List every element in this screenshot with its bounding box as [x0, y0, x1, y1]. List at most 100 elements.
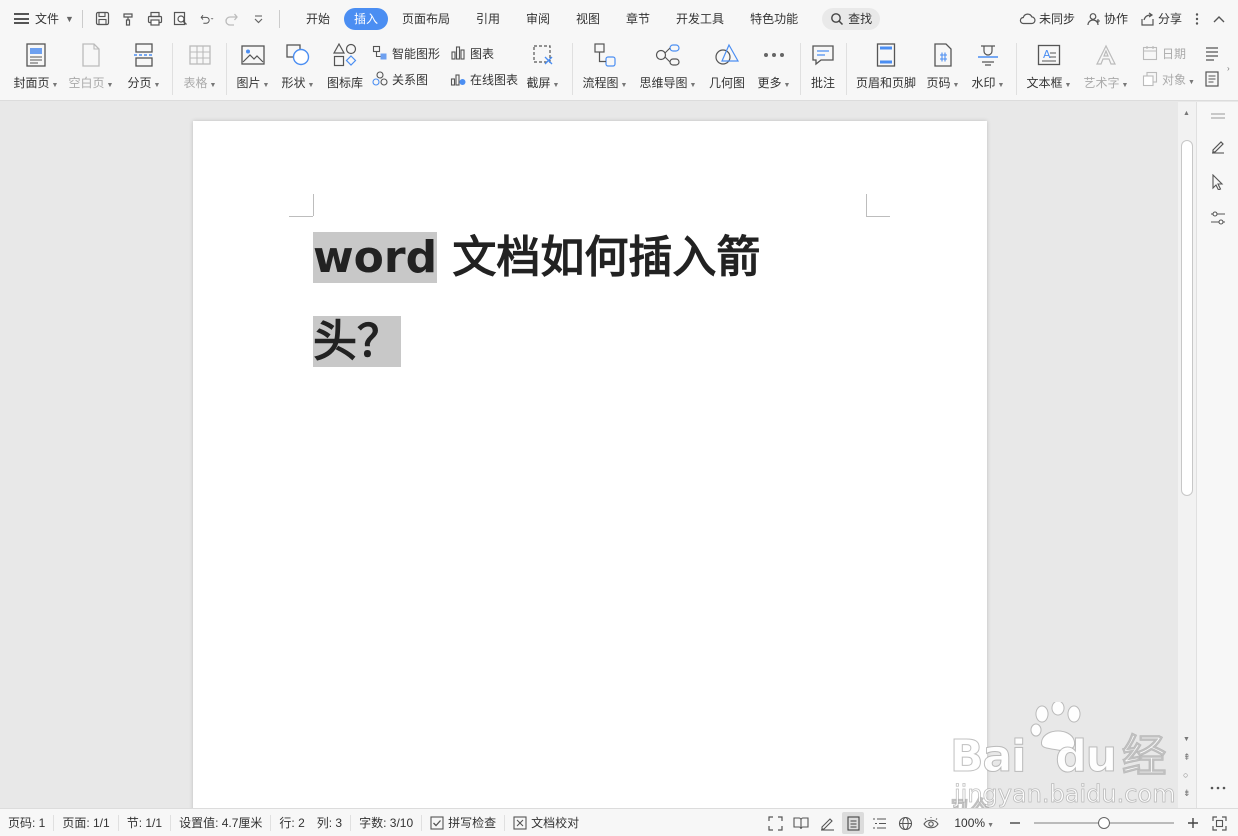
tab-developer[interactable]: 开发工具: [664, 8, 736, 30]
ribbon-scroll-right[interactable]: ›: [1227, 59, 1230, 77]
comment-button[interactable]: 批注: [806, 42, 840, 98]
mindmap-button[interactable]: 思维导图 ▼: [638, 42, 698, 98]
page-break-button[interactable]: 分页 ▼: [124, 42, 164, 98]
scrollbar-thumb[interactable]: [1181, 140, 1193, 496]
status-page[interactable]: 页面: 1/1: [54, 814, 119, 831]
next-page-icon[interactable]: ⇟: [1183, 788, 1191, 799]
redo-icon[interactable]: [225, 11, 241, 27]
spell-check-button[interactable]: 拼写检查: [422, 814, 506, 831]
object-button[interactable]: 对象 ▼: [1142, 70, 1195, 88]
fullscreen-icon[interactable]: [764, 812, 786, 834]
file-menu[interactable]: 文件 ▼: [0, 0, 74, 37]
flowchart-button[interactable]: 流程图 ▼: [580, 42, 630, 98]
more-menu-button[interactable]: [1194, 12, 1200, 26]
print-icon[interactable]: [147, 11, 163, 27]
prev-page-icon[interactable]: ⇞: [1183, 752, 1191, 763]
menu-bar: 文件 ▼ 开始 插入 页面布局 引用 审阅 视图 章节 开发工具 特色功能 查找…: [0, 0, 1238, 37]
print-preview-icon[interactable]: [173, 11, 189, 27]
search-button[interactable]: 查找: [822, 7, 881, 30]
status-column[interactable]: 列: 3: [309, 814, 352, 831]
wordart-label: 艺术字: [1083, 76, 1120, 90]
reading-mode-icon[interactable]: [790, 812, 812, 834]
more-horizontal-icon[interactable]: [1208, 778, 1228, 798]
chart-button[interactable]: 图表: [450, 44, 494, 62]
status-row[interactable]: 行: 2: [271, 815, 308, 831]
geometry-button[interactable]: 几何图: [706, 42, 748, 98]
icon-library-button[interactable]: 图标库: [324, 42, 366, 98]
blank-page-button[interactable]: 空白页 ▼: [68, 42, 114, 98]
wordart-button[interactable]: 艺术字 ▼: [1080, 42, 1132, 98]
title-text[interactable]: 文档如何插入箭: [437, 232, 760, 283]
tab-page-layout[interactable]: 页面布局: [390, 8, 462, 30]
status-page-code[interactable]: 页码: 1: [0, 814, 55, 831]
collaborate-button[interactable]: 协作: [1087, 10, 1128, 27]
tab-special-features[interactable]: 特色功能: [738, 8, 810, 30]
edit-pen-icon[interactable]: [1208, 136, 1228, 156]
select-cursor-icon[interactable]: [1208, 172, 1228, 192]
document-part-button[interactable]: [1204, 70, 1224, 88]
document-page[interactable]: word 文档如何插入箭 头？: [193, 121, 987, 808]
textbox-button[interactable]: A 文本框 ▼: [1024, 42, 1074, 98]
zoom-slider-knob[interactable]: [1098, 817, 1110, 829]
document-title[interactable]: word 文档如何插入箭 头？: [313, 216, 803, 384]
object-icon: [1142, 71, 1158, 87]
selected-text[interactable]: word: [313, 232, 438, 283]
tab-insert[interactable]: 插入: [343, 7, 388, 30]
settings-sliders-icon[interactable]: [1208, 208, 1228, 228]
more-button[interactable]: 更多 ▼: [754, 42, 794, 98]
scroll-down-icon[interactable]: ▼: [1183, 736, 1190, 743]
vertical-scrollbar[interactable]: ▲ ▼ ⇞ ○ ⇟: [1178, 102, 1196, 808]
proofread-button[interactable]: 文档校对: [505, 815, 587, 831]
zoom-in-icon[interactable]: [1182, 812, 1204, 834]
table-button[interactable]: 表格 ▼: [180, 42, 220, 98]
edit-mode-icon[interactable]: [816, 812, 838, 834]
outline-view-icon[interactable]: [868, 812, 890, 834]
tab-review[interactable]: 审阅: [514, 8, 562, 30]
page-break-label: 分页: [127, 76, 152, 90]
comment-icon: [810, 42, 836, 68]
zoom-out-icon[interactable]: [1004, 812, 1026, 834]
status-setting[interactable]: 设置值: 4.7厘米: [171, 814, 272, 831]
header-footer-button[interactable]: 页眉和页脚: [854, 42, 918, 98]
relationship-chart-button[interactable]: 关系图: [372, 70, 428, 88]
picture-button[interactable]: 图片 ▼: [234, 42, 272, 98]
collapse-ribbon-button[interactable]: [1212, 14, 1226, 24]
tab-section[interactable]: 章节: [614, 8, 662, 30]
page-number-button[interactable]: 页码 ▼: [924, 42, 962, 98]
screenshot-label: 截屏: [526, 76, 551, 90]
table-icon: [187, 42, 213, 68]
sync-status-button[interactable]: 未同步: [1019, 10, 1075, 27]
zoom-slider[interactable]: [1034, 816, 1174, 830]
textbox-label: 文本框: [1026, 76, 1063, 90]
screenshot-button[interactable]: 截屏 ▼: [524, 42, 562, 98]
format-painter-icon[interactable]: [121, 11, 137, 27]
chevron-up-icon: [1213, 15, 1225, 22]
share-button[interactable]: 分享: [1140, 10, 1182, 27]
fit-page-icon[interactable]: [1208, 812, 1230, 834]
cover-page-button[interactable]: 封面页 ▼: [10, 42, 62, 98]
undo-icon[interactable]: [199, 11, 215, 27]
shape-button[interactable]: 形状 ▼: [278, 42, 318, 98]
eye-protection-icon[interactable]: [920, 812, 942, 834]
zoom-level-dropdown[interactable]: 100% ▼: [954, 816, 994, 830]
blank-page-icon: [78, 42, 104, 68]
tab-view[interactable]: 视图: [564, 8, 612, 30]
tab-references[interactable]: 引用: [464, 8, 512, 30]
smart-art-button[interactable]: 智能图形: [372, 44, 440, 62]
date-button[interactable]: 日期: [1142, 44, 1186, 62]
web-view-icon[interactable]: [894, 812, 916, 834]
online-chart-button[interactable]: 在线图表: [450, 70, 518, 88]
page-view-icon[interactable]: [842, 812, 865, 834]
customize-toolbar-icon[interactable]: [251, 11, 267, 27]
tab-home[interactable]: 开始: [294, 8, 342, 30]
table-label: 表格: [183, 76, 208, 90]
select-browse-object-icon[interactable]: ○: [1183, 770, 1188, 780]
panel-collapse-icon[interactable]: [1208, 106, 1228, 126]
status-word-count[interactable]: 字数: 3/10: [351, 814, 423, 831]
watermark-button[interactable]: 水印 ▼: [968, 42, 1008, 98]
status-section[interactable]: 节: 1/1: [119, 814, 172, 831]
selected-text-line2[interactable]: 头？: [313, 316, 401, 367]
save-icon[interactable]: [95, 11, 111, 27]
align-text-button[interactable]: [1204, 44, 1224, 62]
scroll-up-icon[interactable]: ▲: [1183, 110, 1190, 117]
